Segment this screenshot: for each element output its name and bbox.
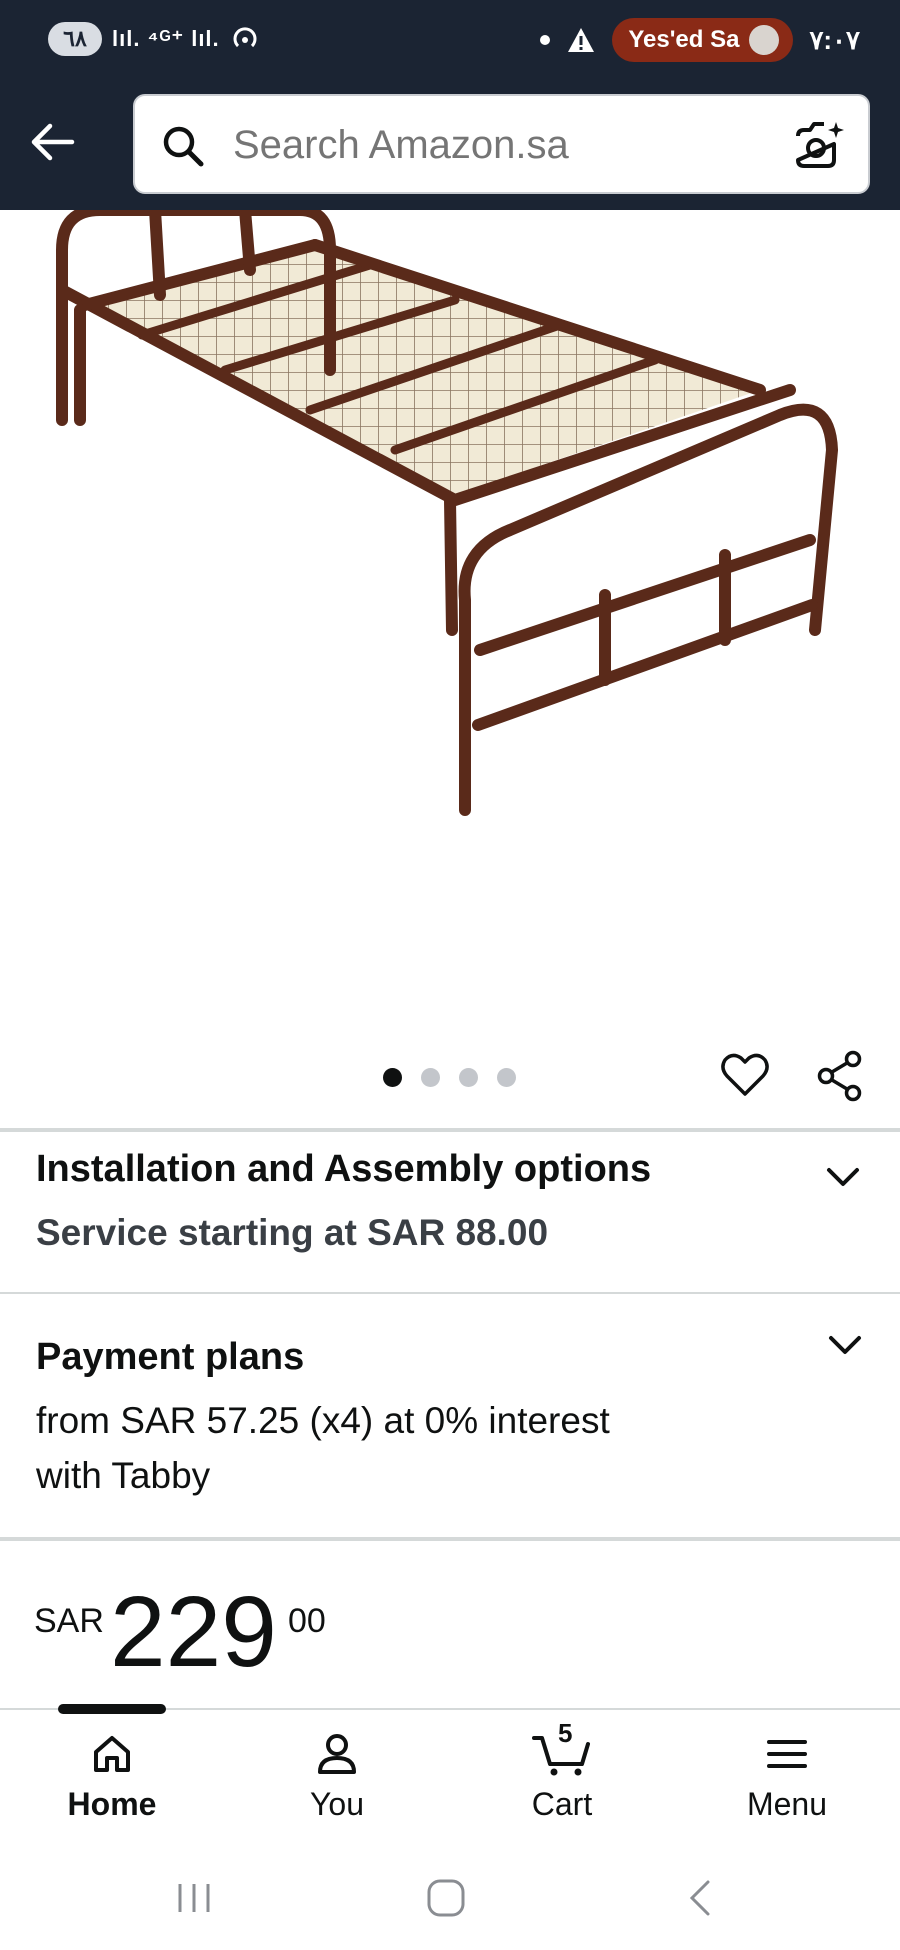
recent-apps-icon[interactable] [174,1878,214,1918]
status-left: ٦٨ lıl. ⁴ᴳ⁺ lıl. [48,22,260,56]
payment-plans-line2: with Tabby [36,1455,211,1496]
camera-search-icon[interactable] [792,118,846,172]
clock: ٧:٠٧ [809,24,860,55]
payment-plans-line1: from SAR 57.25 (x4) at 0% interest [36,1400,610,1441]
payment-plans-title: Payment plans [36,1336,305,1378]
share-icon[interactable] [815,1050,865,1102]
pager-dot[interactable] [421,1068,440,1087]
pager-dot[interactable] [459,1068,478,1087]
active-tab-indicator [58,1704,166,1714]
screen-recording-pill[interactable]: Yes'ed Sa [612,18,794,62]
price-whole: 229 [110,1576,277,1688]
section-divider [0,1128,900,1132]
person-icon [318,1734,356,1774]
bottom-navigation: Home You 5 Cart Menu [0,1704,900,1860]
home-icon [94,1736,130,1772]
pager-dot[interactable] [383,1068,402,1087]
recording-label: Yes'ed Sa [628,26,740,53]
pager-dot[interactable] [497,1068,516,1087]
nav-cart[interactable]: 5 Cart [482,1718,642,1823]
menu-icon [767,1740,807,1768]
section-divider [0,1292,900,1294]
installation-title: Installation and Assembly options [36,1148,652,1190]
heart-icon[interactable] [720,1050,770,1100]
image-pager[interactable] [383,1068,516,1087]
status-bar: ٦٨ lıl. ⁴ᴳ⁺ lıl. Yes'ed Sa ٧:٠٧ [0,0,900,80]
nav-cart-label: Cart [531,1786,593,1822]
search-icon [163,126,204,167]
nav-home-label: Home [67,1786,157,1822]
installation-subtitle: Service starting at SAR 88.00 [36,1212,549,1253]
cart-count-badge: 5 [558,1718,573,1748]
back-button-icon[interactable] [680,1876,720,1920]
chevron-down-icon[interactable] [826,1166,860,1188]
system-navigation-bar [0,1858,900,1950]
signal-indicator: lıl. ⁴ᴳ⁺ lıl. [112,26,220,51]
nav-menu-label: Menu [746,1786,828,1822]
search-bar[interactable] [133,94,870,194]
product-image[interactable] [0,210,900,1020]
chevron-down-icon[interactable] [828,1334,862,1356]
nav-you-label: You [310,1786,364,1822]
header-bar: ٦٨ lıl. ⁴ᴳ⁺ lıl. Yes'ed Sa ٧:٠٧ [0,0,900,210]
price-fraction: 00 [288,1602,326,1640]
home-button-icon[interactable] [424,1876,468,1920]
section-divider [0,1537,900,1541]
nav-you[interactable]: You [257,1732,417,1823]
back-arrow-icon[interactable] [26,116,78,168]
warning-icon [568,28,595,52]
hotspot-icon [233,27,257,48]
price-currency: SAR [34,1602,104,1640]
status-right: Yes'ed Sa ٧:٠٧ [540,18,860,62]
cart-icon-wrap: 5 [532,1718,592,1776]
recording-icon [749,25,780,55]
search-input[interactable] [231,96,755,194]
battery-badge: ٦٨ [48,22,102,56]
nav-menu[interactable]: Menu [707,1732,867,1823]
nav-home[interactable]: Home [32,1732,192,1823]
notification-dot [540,35,551,45]
